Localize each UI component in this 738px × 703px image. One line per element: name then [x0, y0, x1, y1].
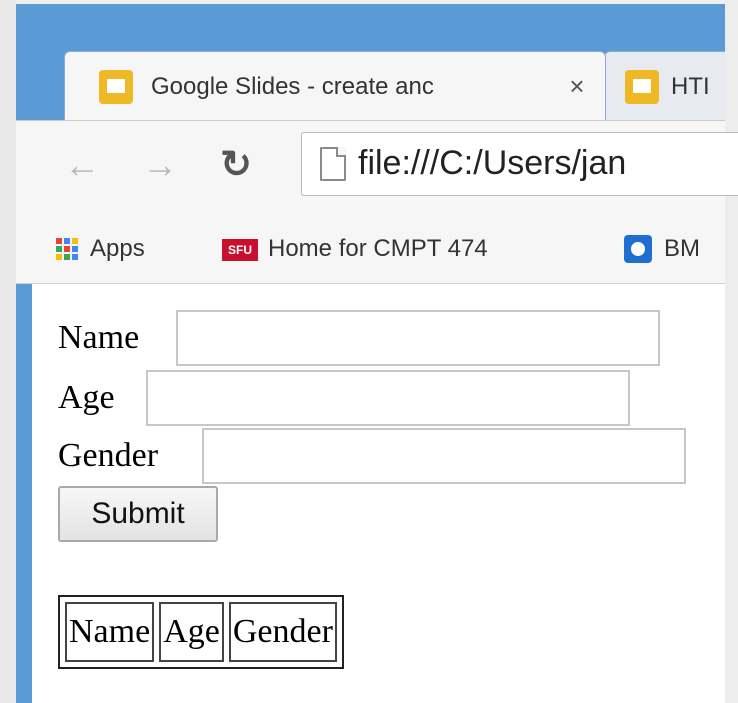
- slide-background-right: [725, 0, 738, 703]
- page-content: Name Age Gender Submit Name Age Gender: [32, 284, 725, 703]
- page-icon: [320, 147, 346, 181]
- address-bar-url: file:///C:/Users/jan: [358, 144, 627, 182]
- gender-row: Gender: [58, 428, 718, 486]
- address-bar[interactable]: file:///C:/Users/jan: [301, 132, 738, 196]
- gender-label: Gender: [58, 437, 159, 474]
- sfu-icon: SFU: [222, 239, 258, 261]
- tab-html[interactable]: HTI: [604, 51, 725, 128]
- google-slides-icon: [625, 70, 659, 104]
- tab-google-slides[interactable]: Google Slides - create anc ×: [64, 51, 606, 128]
- table-header-row: Name Age Gender: [65, 602, 337, 662]
- browser-toolbar: ← → ↻ file:///C:/Users/jan: [16, 120, 738, 218]
- bookmarks-bar: Apps SFU Home for CMPT 474 BM: [16, 217, 725, 284]
- name-label: Name: [58, 319, 140, 356]
- bookmark-app-icon: [624, 235, 652, 263]
- submit-button[interactable]: Submit: [58, 486, 218, 542]
- column-header-name: Name: [65, 602, 155, 662]
- results-table: Name Age Gender: [58, 595, 344, 669]
- age-row: Age: [58, 370, 698, 428]
- tab-close-icon[interactable]: ×: [561, 68, 593, 104]
- back-arrow-icon[interactable]: ←: [60, 143, 104, 187]
- bookmark-label: BM: [664, 235, 700, 262]
- name-row: Name: [58, 310, 698, 368]
- name-input[interactable]: [176, 310, 660, 366]
- tab-title: HTI: [671, 73, 710, 100]
- bookmark-label: Apps: [90, 235, 145, 262]
- tab-title: Google Slides - create anc: [151, 73, 434, 100]
- reload-icon[interactable]: ↻: [214, 143, 258, 187]
- column-header-gender: Gender: [228, 602, 337, 662]
- google-slides-icon: [99, 70, 133, 104]
- bookmark-apps[interactable]: Apps: [56, 231, 196, 267]
- age-label: Age: [58, 379, 115, 416]
- bookmark-label: Home for CMPT 474: [268, 235, 488, 262]
- age-input[interactable]: [146, 370, 630, 426]
- apps-grid-icon: [56, 238, 78, 260]
- gender-input[interactable]: [202, 428, 686, 484]
- bookmark-bm[interactable]: BM: [624, 231, 724, 267]
- slide-background-left: [0, 0, 16, 703]
- bookmark-home-cmpt-474[interactable]: SFU Home for CMPT 474: [222, 231, 592, 267]
- forward-arrow-icon[interactable]: →: [138, 143, 182, 187]
- column-header-age: Age: [159, 602, 224, 662]
